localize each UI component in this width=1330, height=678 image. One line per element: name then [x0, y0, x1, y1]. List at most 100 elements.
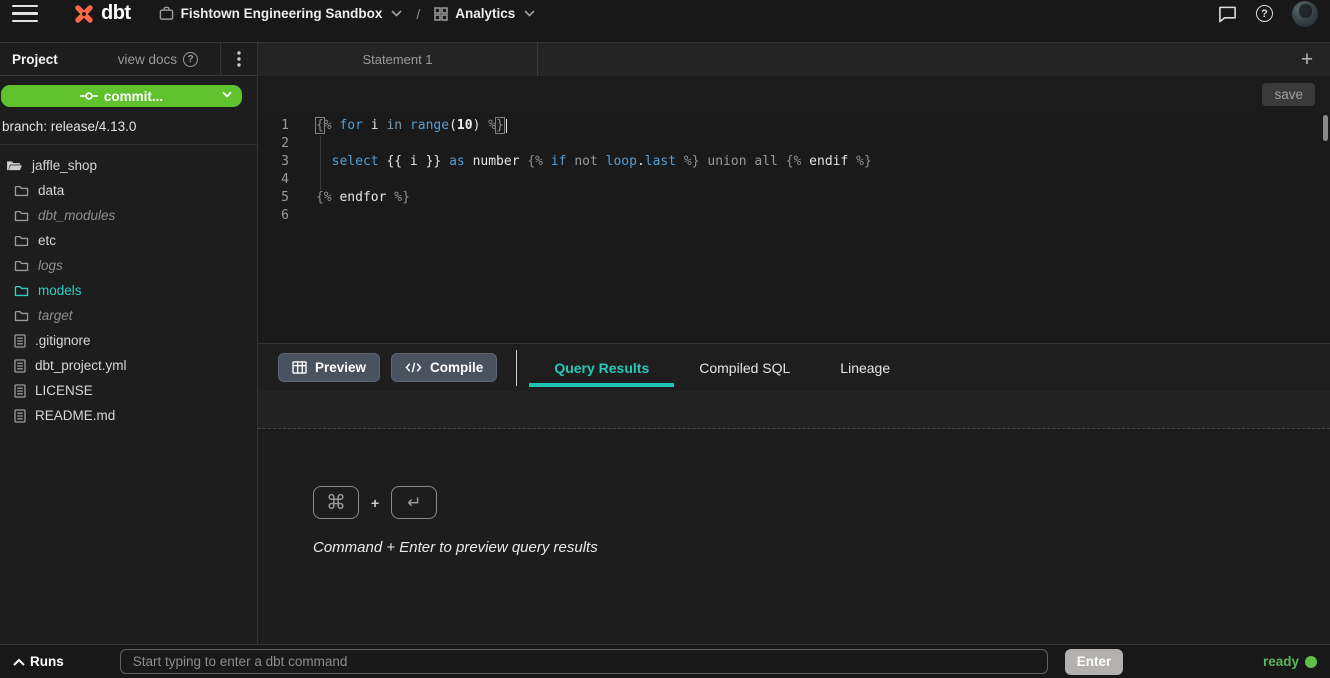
enter-button[interactable]: Enter [1065, 649, 1124, 675]
dbt-logo-text: dbt [101, 2, 131, 25]
editor-toolbar: save [258, 76, 1330, 113]
tree-item-logs[interactable]: logs [0, 253, 257, 278]
tab-lineage[interactable]: Lineage [815, 344, 915, 392]
new-tab-button[interactable]: + [1284, 43, 1330, 76]
results-tabs: Query ResultsCompiled SQLLineage [529, 344, 915, 391]
dbt-logo-icon [72, 2, 96, 26]
results-toolbar [258, 391, 1330, 429]
code-text: {% for i in range(10) %} [298, 117, 507, 135]
divider [0, 144, 257, 145]
tree-item-jaffle-shop[interactable]: jaffle_shop [0, 153, 257, 178]
results-panel-header: Preview Compile Query ResultsCompiled SQ… [258, 343, 1330, 391]
briefcase-icon [159, 6, 174, 21]
indent-guide [320, 136, 321, 190]
commit-button-label: commit... [104, 89, 163, 104]
grid-icon [434, 7, 448, 21]
preview-button-label: Preview [315, 360, 366, 375]
compile-button[interactable]: Compile [391, 353, 497, 382]
file-tree: jaffle_shopdata dbt_modulesetc logs models t… [0, 151, 257, 644]
file-explorer-sidebar: Project view docs ? commit... [0, 43, 258, 644]
dbt-ide: dbt Fishtown Engineering Sandbox / Analy… [0, 0, 1330, 678]
tree-item-label: target [38, 308, 73, 323]
account-name: Fishtown Engineering Sandbox [181, 6, 383, 21]
file-icon [14, 409, 26, 423]
tree-item-label: dbt_modules [38, 208, 115, 223]
command-bar: Runs Enter ready [0, 644, 1330, 678]
folder-icon [14, 209, 29, 222]
code-line: 2 [258, 135, 1330, 153]
top-nav-bar: dbt Fishtown Engineering Sandbox / Analy… [0, 0, 1330, 27]
tree-item-readme-md[interactable]: README.md [0, 403, 257, 428]
editor-tab-bar: Statement 1 + [258, 43, 1330, 76]
help-icon[interactable]: ? [1256, 5, 1273, 22]
dbt-command-input[interactable] [120, 649, 1048, 674]
code-line: 3 select {{ i }} as number {% if not loo… [258, 153, 1330, 171]
code-line: 5{% endfor %} [258, 189, 1330, 207]
tree-item-data[interactable]: data [0, 178, 257, 203]
tree-item-dbt-project-yml[interactable]: dbt_project.yml [0, 353, 257, 378]
tab-statement-1[interactable]: Statement 1 [258, 43, 538, 76]
editor-pane: Statement 1 + save 1{% for i in range(10… [258, 43, 1330, 644]
folder-icon [14, 284, 29, 297]
commit-button[interactable]: commit... [1, 85, 242, 107]
status-dot [1305, 656, 1317, 668]
shortcut-keys: ⌘ + ↵ [313, 486, 1330, 519]
folder-icon [14, 259, 29, 272]
tree-item-dbt-modules[interactable]: dbt_modules [0, 203, 257, 228]
tree-item-label: dbt_project.yml [35, 358, 127, 373]
runs-label: Runs [30, 654, 64, 669]
chevron-down-icon [391, 10, 402, 17]
code-icon [405, 361, 422, 374]
chevron-down-icon [222, 91, 232, 98]
view-docs-link[interactable]: view docs ? [118, 52, 210, 67]
file-icon [14, 384, 26, 398]
folder-icon [14, 184, 29, 197]
code-lines: 1{% for i in range(10) %}23 select {{ i … [258, 117, 1330, 225]
tree-item-label: etc [38, 233, 56, 248]
tree-item-license[interactable]: LICENSE [0, 378, 257, 403]
line-number: 1 [258, 117, 298, 135]
sidebar-header: Project view docs ? [0, 43, 257, 76]
chevron-down-icon [524, 10, 535, 17]
project-switcher[interactable]: Analytics [434, 6, 535, 21]
folder-open-icon [6, 159, 23, 172]
preview-button[interactable]: Preview [278, 353, 380, 382]
code-text [298, 135, 316, 153]
hamburger-menu-icon[interactable] [12, 5, 38, 23]
branch-label: branch: release/4.13.0 [0, 107, 257, 144]
tree-item--gitignore[interactable]: .gitignore [0, 328, 257, 353]
folder-icon [14, 234, 29, 247]
divider [516, 350, 517, 386]
file-icon [14, 334, 26, 348]
code-text: select {{ i }} as number {% if not loop.… [298, 153, 872, 171]
tree-item-label: logs [38, 258, 63, 273]
tree-item-models[interactable]: models [0, 278, 257, 303]
enter-key-icon: ↵ [391, 486, 437, 519]
editor-scrollbar[interactable] [1323, 115, 1328, 141]
code-editor[interactable]: 1{% for i in range(10) %}23 select {{ i … [258, 113, 1330, 343]
kebab-menu-icon[interactable] [221, 43, 257, 76]
status-text: ready [1263, 654, 1299, 669]
tree-item-etc[interactable]: etc [0, 228, 257, 253]
tab-compiled-sql[interactable]: Compiled SQL [674, 344, 815, 392]
folder-icon [14, 309, 29, 322]
compile-button-label: Compile [430, 360, 483, 375]
view-docs-label: view docs [118, 52, 177, 67]
save-button[interactable]: save [1262, 83, 1315, 106]
topbar-spacer [0, 27, 1330, 42]
code-line: 4 [258, 171, 1330, 189]
account-switcher[interactable]: Fishtown Engineering Sandbox / [159, 6, 435, 22]
question-circle-icon: ? [183, 52, 198, 67]
tab-query-results[interactable]: Query Results [529, 344, 674, 392]
chevron-up-icon [13, 658, 25, 666]
line-number: 2 [258, 135, 298, 153]
line-number: 5 [258, 189, 298, 207]
chat-icon[interactable] [1218, 5, 1237, 23]
tree-item-target[interactable]: target [0, 303, 257, 328]
tree-item-label: README.md [35, 408, 115, 423]
shortcut-hint-text: Command + Enter to preview query results [313, 539, 1330, 556]
runs-toggle[interactable]: Runs [13, 654, 64, 669]
tree-item-label: data [38, 183, 64, 198]
avatar[interactable] [1292, 1, 1318, 27]
dbt-logo: dbt [72, 2, 131, 26]
